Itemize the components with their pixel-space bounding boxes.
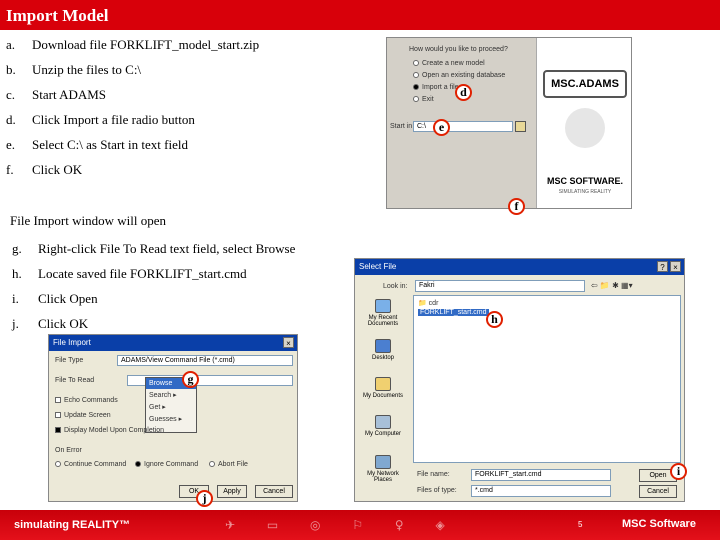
page-number: 5 <box>578 520 583 529</box>
file-type-select[interactable]: ADAMS/View Command File (*.cmd) <box>117 355 293 366</box>
continue-command-radio[interactable]: Continue Command <box>55 461 126 468</box>
file-type-label: File Type <box>55 357 84 364</box>
start-in-field[interactable]: C:\ <box>413 121 513 132</box>
welcome-prompt: How would you like to proceed? <box>409 46 508 53</box>
start-in-label: Start in <box>390 123 413 130</box>
cancel-button[interactable]: Cancel <box>639 485 677 498</box>
close-icon[interactable]: × <box>283 337 294 348</box>
callout-j: j <box>196 490 213 507</box>
msc-adams-logo: MSC.ADAMS <box>543 70 627 98</box>
cancel-button[interactable]: Cancel <box>255 485 293 498</box>
menu-item-search[interactable]: Search ▸ <box>146 389 196 401</box>
slide-title: Import Model <box>0 0 720 30</box>
apply-button[interactable]: Apply <box>217 485 247 498</box>
msc-software-logo: MSC SOFTWARE. <box>547 176 623 186</box>
file-to-read-label: File To Read <box>55 377 95 384</box>
look-in-label: Look in: <box>383 283 408 290</box>
file-import-note: File Import window will open <box>10 213 166 228</box>
callout-d: d <box>455 84 472 101</box>
menu-item-get[interactable]: Get ▸ <box>146 401 196 413</box>
footer-brand-logo: MSC Software <box>622 518 696 530</box>
toolbar-icons[interactable]: ⇦ 📁 ✱ ▦▾ <box>591 281 633 290</box>
place-my-documents[interactable]: My Documents <box>361 377 405 399</box>
option-new-model[interactable]: Create a new model <box>413 60 485 67</box>
select-file-dialog: Select File? × Look in: Fakri ⇦ 📁 ✱ ▦▾ My… <box>354 258 685 502</box>
callout-i: i <box>670 463 687 480</box>
footer-bar: simulating REALITY™ ✈ ▭ ◎ ⚐ ♀ ◈ 5 MSC So… <box>0 510 720 540</box>
menu-item-guesses[interactable]: Guesses ▸ <box>146 413 196 425</box>
place-network[interactable]: My Network Places <box>361 455 405 483</box>
file-name-input[interactable]: FORKLIFT_start.cmd <box>471 469 611 481</box>
option-exit[interactable]: Exit <box>413 96 434 103</box>
file-import-dialog: File Import × File Type ADAMS/View Comman… <box>48 334 298 502</box>
list-item[interactable]: 📁 cdr <box>418 299 438 307</box>
option-import-file[interactable]: Import a file <box>413 84 459 91</box>
on-error-label: On Error <box>55 447 82 454</box>
footer-decoration-icons: ✈ ▭ ◎ ⚐ ♀ ◈ <box>225 518 459 532</box>
update-screen-checkbox[interactable]: Update Screen <box>55 412 111 419</box>
place-desktop[interactable]: Desktop <box>361 339 405 361</box>
file-list[interactable]: 📁 cdr FORKLIFT_start.cmd <box>413 295 681 463</box>
file-type-label: Files of type: <box>417 487 457 494</box>
file-import-titlebar: File Import × <box>49 335 297 351</box>
look-in-select[interactable]: Fakri <box>415 280 585 292</box>
ignore-command-radio[interactable]: Ignore Command <box>135 461 198 468</box>
file-name-label: File name: <box>417 471 450 478</box>
place-my-computer[interactable]: My Computer <box>361 415 405 437</box>
callout-g: g <box>182 371 199 388</box>
abort-file-radio[interactable]: Abort File <box>209 461 248 468</box>
footer-tagline: simulating REALITY™ <box>14 519 131 531</box>
echo-commands-checkbox[interactable]: Echo Commands <box>55 397 118 404</box>
display-model-checkbox[interactable]: Display Model Upon Completion <box>55 427 164 434</box>
list-item-selected[interactable]: FORKLIFT_start.cmd <box>418 309 489 316</box>
place-recent[interactable]: My Recent Documents <box>361 299 405 327</box>
callout-e: e <box>433 119 450 136</box>
gear-icon <box>565 108 605 148</box>
close-icon[interactable]: × <box>670 261 681 272</box>
callout-h: h <box>486 311 503 328</box>
option-open-database[interactable]: Open an existing database <box>413 72 505 79</box>
callout-f: f <box>508 198 525 215</box>
msc-logo-panel: MSC.ADAMS MSC SOFTWARE. SIMULATING REALI… <box>536 38 631 208</box>
file-type-select[interactable]: *.cmd <box>471 485 611 497</box>
select-file-titlebar: Select File? × <box>355 259 684 275</box>
adams-welcome-screenshot: How would you like to proceed? Create a … <box>386 37 632 209</box>
folder-icon[interactable] <box>515 121 526 132</box>
logo-tagline: SIMULATING REALITY <box>558 189 612 195</box>
